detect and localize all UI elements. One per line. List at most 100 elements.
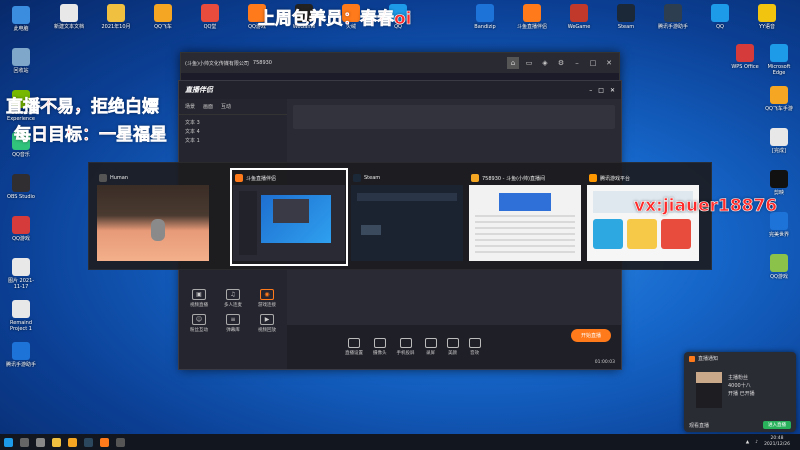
search-icon[interactable] [16,434,32,450]
taskview-icon[interactable] [32,434,48,450]
explorer-icon[interactable] [48,434,64,450]
desktop-icon[interactable]: 回收站 [4,48,38,74]
game-icon[interactable] [112,434,128,450]
desktop-icon[interactable]: QQ飞车手游 [762,86,796,112]
live-settings-button[interactable]: 直播设置 [345,338,363,356]
switcher-window-douyu[interactable]: 斗鱼直播伴侣 [230,168,348,266]
desktop-icon[interactable]: 斗鱼直播伴侣 [515,4,549,30]
desktop-icon[interactable]: 此电脑 [4,6,38,32]
desktop-icon-label: Steam [617,24,635,30]
audio-button[interactable]: 音效 [468,338,481,356]
desktop-icon-label: QQ游戏 [770,274,788,280]
window-thumbnail [469,185,581,261]
minimize-icon[interactable]: – [571,57,583,69]
desktop-icon-label: OBS Studio [7,194,35,200]
tab-interact[interactable]: 互动 [221,103,231,110]
switcher-window-browser[interactable]: 758930 - 斗鱼(小帅)直播间 [469,171,581,263]
desktop-icon[interactable]: 新建文本文档 [52,4,86,30]
tool-replay[interactable]: ▶ 视频回放 [251,314,283,333]
beauty-button[interactable]: 美颜 [446,338,459,356]
desktop-icon[interactable]: QQ游戏 [4,216,38,242]
app-icon [12,48,30,66]
desktop-icon[interactable]: QQ堂 [193,4,227,30]
desktop-icon[interactable]: 腾讯手游助手 [656,4,690,30]
tool-game-connect[interactable]: ◉ 游戏连接 [251,289,283,308]
douyu-icon[interactable] [96,434,112,450]
desktop-icon-label: QQ堂 [203,24,217,30]
notification-footer: 观看直播 [689,423,710,429]
desktop-icon[interactable]: YY语音 [750,4,784,30]
tool-fan-interact[interactable]: ☺ 粉丝互动 [183,314,215,333]
desktop-icon[interactable]: [完成] [762,128,796,154]
desktop-icon[interactable]: QQ飞车 [146,4,180,30]
folder-icon[interactable] [64,434,80,450]
desktop-icon-label: 完美世界 [768,232,789,238]
maximize-icon[interactable]: □ [587,57,599,69]
source-item[interactable]: 文本 1 [185,137,281,146]
switcher-window-human[interactable]: Human [97,171,209,263]
steam-icon[interactable] [80,434,96,450]
desktop-icon[interactable]: WPS Office [728,44,762,70]
app-icon [201,4,219,22]
start-icon[interactable] [0,434,16,450]
clock[interactable]: 20:48 2021/12/26 [764,436,790,448]
desktop-icon[interactable]: 腾讯手游助手 [4,342,38,368]
window-title: Steam [364,175,381,181]
app-icon [664,4,682,22]
desktop-icon[interactable]: Steam [609,4,643,30]
close-icon[interactable]: ✕ [603,57,615,69]
settings-icon[interactable]: ⚙ [555,57,567,69]
desktop-icon-label: 此电脑 [13,26,29,32]
app-header: 直播伴侣 – □ ✕ [179,81,621,99]
browser-tab-title[interactable]: (斗鱼)小帅文化传媒有限公司 [185,60,249,67]
stream-timer: 01:00:03 [594,360,615,365]
desktop-icon[interactable]: WeGame [562,4,596,30]
desktop-icon-label: QQ游戏 [12,236,30,242]
contact-overlay: vx:jiauer18876 [634,196,778,217]
enter-live-button[interactable]: 进入直播 [763,421,791,429]
phone-cast-button[interactable]: 手机投屏 [397,338,415,356]
desktop-icon[interactable]: 2021年10月 [99,4,133,30]
notification-popup[interactable]: 直播通知 主播粉丝 4000十八 开播 已开播 观看直播 进入直播 [684,352,796,432]
notification-line: 开播 已开播 [728,391,755,397]
desktop-icon[interactable]: Microsoft Edge [762,44,796,76]
app-icon [770,44,788,62]
minimize-icon[interactable]: – [589,87,592,94]
source-item[interactable]: 文本 4 [185,128,281,137]
room-id: 758930 [252,60,272,66]
maximize-icon[interactable]: □ [598,87,604,94]
tool-video-live[interactable]: ▣ 视频直播 [183,289,215,308]
tab-scene[interactable]: 场景 [185,103,195,110]
desktop-icon[interactable]: OBS Studio [4,174,38,200]
desktop-icon[interactable]: 图片 2021-11-17 [4,258,38,290]
desktop-icon-label: Remaind Project 1 [10,320,32,332]
home-icon[interactable]: ⌂ [507,57,519,69]
tab-picture[interactable]: 画面 [203,103,213,110]
switcher-window-tencent-games[interactable]: 腾讯游戏平台 [587,171,699,263]
window-switcher: Human 斗鱼直播伴侣 Steam 758930 - 斗鱼(小帅)直播间 腾讯… [88,162,712,270]
title-banner: 上周包养员：春春oi [258,9,412,30]
camera-button[interactable]: 摄像头 [373,338,387,356]
switcher-window-steam[interactable]: Steam [351,171,463,263]
window-title: Human [110,175,129,181]
source-item[interactable]: 文本 3 [185,119,281,128]
desktop-icon[interactable]: QQ游戏 [762,254,796,280]
notification-line: 4000十八 [728,383,751,389]
desktop-icon[interactable]: Bandizip [468,4,502,30]
window-title: 斗鱼直播伴侣 [246,175,277,182]
gamepad-icon[interactable]: ◈ [539,57,551,69]
desktop-icon[interactable]: Remaind Project 1 [4,300,38,332]
volume-icon[interactable]: ♪ [755,440,758,445]
screen-icon[interactable]: ▭ [523,57,535,69]
notification-line: 主播粉丝 [728,375,749,381]
close-icon[interactable]: ✕ [610,87,615,94]
record-button[interactable]: 录屏 [424,338,437,356]
app-icon [736,44,754,62]
tool-multi-mic[interactable]: ♫ 多人连麦 [217,289,249,308]
tool-danmaku[interactable]: ≡ 弹幕库 [217,314,249,333]
go-live-button[interactable]: 开始直播 [570,329,611,342]
desktop-icon[interactable]: QQ [703,4,737,30]
network-icon[interactable]: ▲ [746,440,749,445]
desktop-icon[interactable]: 剪映 [762,170,796,196]
app-logo: 直播伴侣 [185,86,213,94]
